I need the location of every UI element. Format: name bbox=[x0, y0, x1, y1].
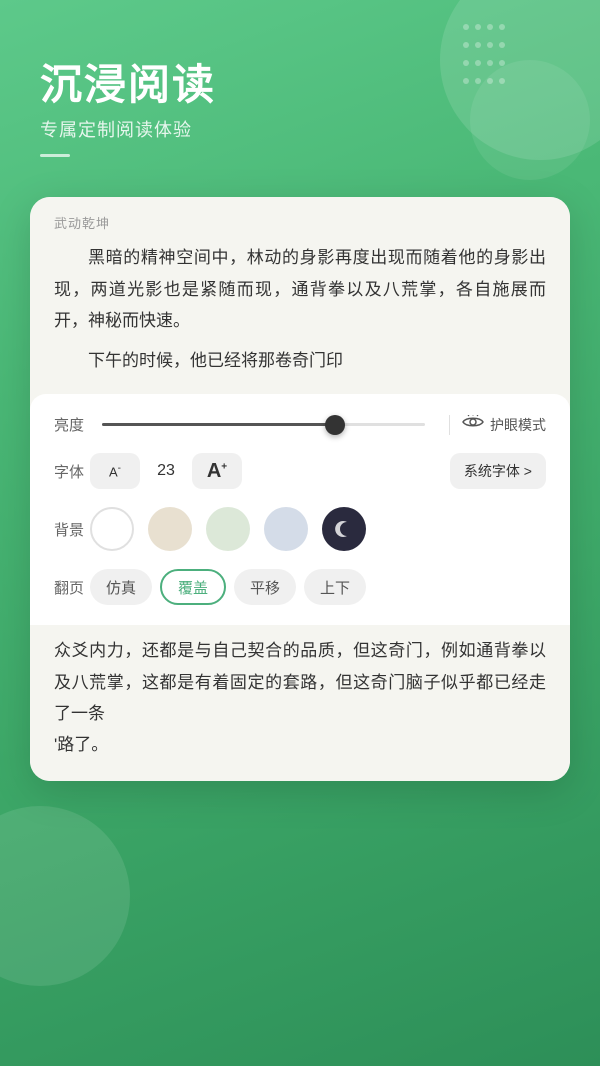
header-underline bbox=[40, 154, 70, 157]
divider bbox=[449, 415, 450, 435]
brightness-slider-container[interactable] bbox=[102, 423, 425, 426]
book-title: 武动乾坤 bbox=[54, 213, 546, 232]
brightness-track bbox=[102, 423, 425, 426]
font-decrease-button[interactable]: A- bbox=[90, 453, 140, 489]
header: 沉浸阅读 专属定制阅读体验 bbox=[0, 0, 600, 177]
brightness-row: 亮度 护眼模式 bbox=[54, 414, 546, 435]
background-label: 背景 bbox=[54, 519, 90, 540]
page-option-scroll[interactable]: 上下 bbox=[304, 569, 366, 605]
font-size-display: 23 bbox=[152, 462, 180, 480]
brightness-fill bbox=[102, 423, 335, 426]
page-subtitle: 专属定制阅读体验 bbox=[40, 116, 560, 142]
page-label: 翻页 bbox=[54, 577, 90, 598]
book-paragraph-2: 下午的时候，他已经将那卷奇门印 bbox=[54, 345, 546, 376]
book-text: 黑暗的精神空间中，林动的身影再度出现而随着他的身影出现，两道光影也是紧随而现，通… bbox=[54, 242, 546, 376]
page-option-scroll-label: 上下 bbox=[320, 577, 350, 598]
brightness-label: 亮度 bbox=[54, 414, 90, 435]
background-options bbox=[90, 507, 546, 551]
background-dark[interactable] bbox=[322, 507, 366, 551]
background-row: 背景 bbox=[54, 507, 546, 551]
background-light-green[interactable] bbox=[206, 507, 250, 551]
eye-mode-label: 护眼模式 bbox=[490, 415, 546, 435]
font-increase-button[interactable]: A+ bbox=[192, 453, 242, 489]
bottom-paragraph: 众爻内力，还都是与自己契合的品质，但这奇门，例如通背拳以及八荒掌，这都是有着固定… bbox=[54, 635, 546, 761]
bottom-text-area: 众爻内力，还都是与自己契合的品质，但这奇门，例如通背拳以及八荒掌，这都是有着固定… bbox=[30, 625, 570, 781]
font-decrease-label: A- bbox=[109, 463, 121, 479]
main-card: 武动乾坤 黑暗的精神空间中，林动的身影再度出现而随着他的身影出现，两道光影也是紧… bbox=[30, 197, 570, 781]
book-content-area: 武动乾坤 黑暗的精神空间中，林动的身影再度出现而随着他的身影出现，两道光影也是紧… bbox=[30, 197, 570, 394]
brightness-thumb[interactable] bbox=[325, 415, 345, 435]
page-option-cover-label: 覆盖 bbox=[178, 577, 208, 598]
page-title: 沉浸阅读 bbox=[40, 60, 560, 110]
font-increase-label: A+ bbox=[207, 460, 227, 483]
eye-icon bbox=[462, 415, 484, 434]
font-family-button[interactable]: 系统字体 > bbox=[450, 453, 546, 489]
page-option-simulated[interactable]: 仿真 bbox=[90, 569, 152, 605]
book-paragraph-1: 黑暗的精神空间中，林动的身影再度出现而随着他的身影出现，两道光影也是紧随而现，通… bbox=[54, 242, 546, 336]
settings-panel: 亮度 护眼模式 bbox=[30, 394, 570, 625]
font-controls: A- 23 A+ 系统字体 > bbox=[90, 453, 546, 489]
font-row: 字体 A- 23 A+ 系统字体 > bbox=[54, 453, 546, 489]
page-option-slide-label: 平移 bbox=[250, 577, 280, 598]
eye-mode-button[interactable]: 护眼模式 bbox=[462, 415, 546, 435]
page-option-cover[interactable]: 覆盖 bbox=[160, 569, 226, 605]
background-light-blue[interactable] bbox=[264, 507, 308, 551]
page-option-slide[interactable]: 平移 bbox=[234, 569, 296, 605]
font-label: 字体 bbox=[54, 461, 90, 482]
page-option-simulated-label: 仿真 bbox=[106, 577, 136, 598]
page-options: 仿真 覆盖 平移 上下 bbox=[90, 569, 546, 605]
page-turn-row: 翻页 仿真 覆盖 平移 上下 bbox=[54, 569, 546, 605]
background-white[interactable] bbox=[90, 507, 134, 551]
background-beige[interactable] bbox=[148, 507, 192, 551]
